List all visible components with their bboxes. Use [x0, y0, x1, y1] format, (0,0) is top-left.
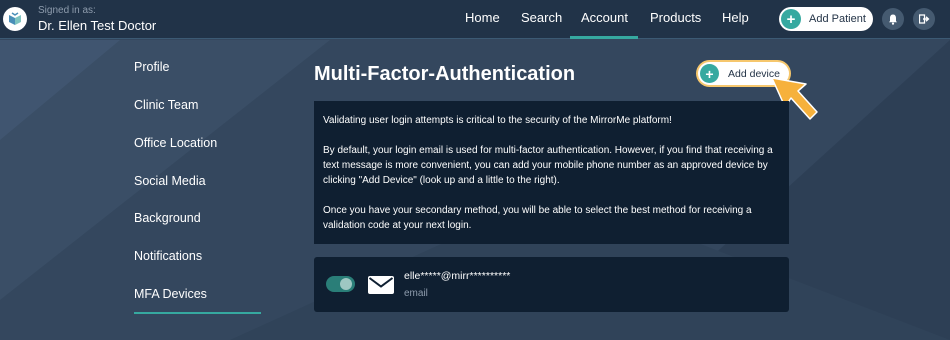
device-type: email — [404, 288, 428, 299]
sidebar-item-background[interactable]: Background — [134, 211, 201, 225]
mirrorme-logo-icon[interactable] — [3, 7, 27, 31]
device-value: elle*****@mirr********** — [404, 270, 511, 282]
user-name: Dr. Ellen Test Doctor — [38, 18, 157, 33]
add-patient-label: Add Patient — [809, 13, 866, 25]
notifications-button[interactable] — [882, 8, 904, 30]
toggle-knob — [340, 278, 352, 290]
top-navigation-bar: Signed in as: Dr. Ellen Test Doctor Home… — [0, 0, 950, 39]
plus-icon: + — [700, 64, 719, 83]
nav-help[interactable]: Help — [722, 10, 749, 25]
sidebar-item-mfa-devices[interactable]: MFA Devices — [134, 287, 207, 301]
sidebar-item-clinic-team[interactable]: Clinic Team — [134, 98, 198, 112]
device-enabled-toggle[interactable] — [326, 276, 355, 292]
info-paragraph: Validating user login attempts is critic… — [323, 115, 672, 126]
sidebar-item-office-location[interactable]: Office Location — [134, 136, 217, 150]
logout-button[interactable] — [913, 8, 935, 30]
nav-account[interactable]: Account — [581, 10, 628, 25]
info-paragraph: Once you have your secondary method, you… — [323, 205, 752, 231]
sidebar-active-indicator — [134, 312, 261, 314]
nav-products[interactable]: Products — [650, 10, 701, 25]
sidebar-item-social-media[interactable]: Social Media — [134, 174, 206, 188]
info-paragraph: By default, your login email is used for… — [323, 145, 773, 186]
plus-icon: + — [781, 9, 801, 29]
page-title: Multi-Factor-Authentication — [314, 63, 576, 85]
sidebar-item-profile[interactable]: Profile — [134, 60, 169, 74]
mfa-info-panel: Validating user login attempts is critic… — [314, 101, 789, 244]
signed-in-label: Signed in as: — [38, 5, 96, 16]
nav-home[interactable]: Home — [465, 10, 500, 25]
mail-icon — [368, 276, 394, 294]
nav-active-indicator — [570, 36, 638, 39]
mfa-device-card: elle*****@mirr********** email — [314, 257, 789, 312]
logout-icon — [918, 14, 929, 24]
bell-icon — [889, 14, 897, 25]
nav-search[interactable]: Search — [521, 10, 562, 25]
add-patient-button[interactable]: + Add Patient — [779, 7, 873, 31]
sidebar-item-notifications[interactable]: Notifications — [134, 249, 202, 263]
